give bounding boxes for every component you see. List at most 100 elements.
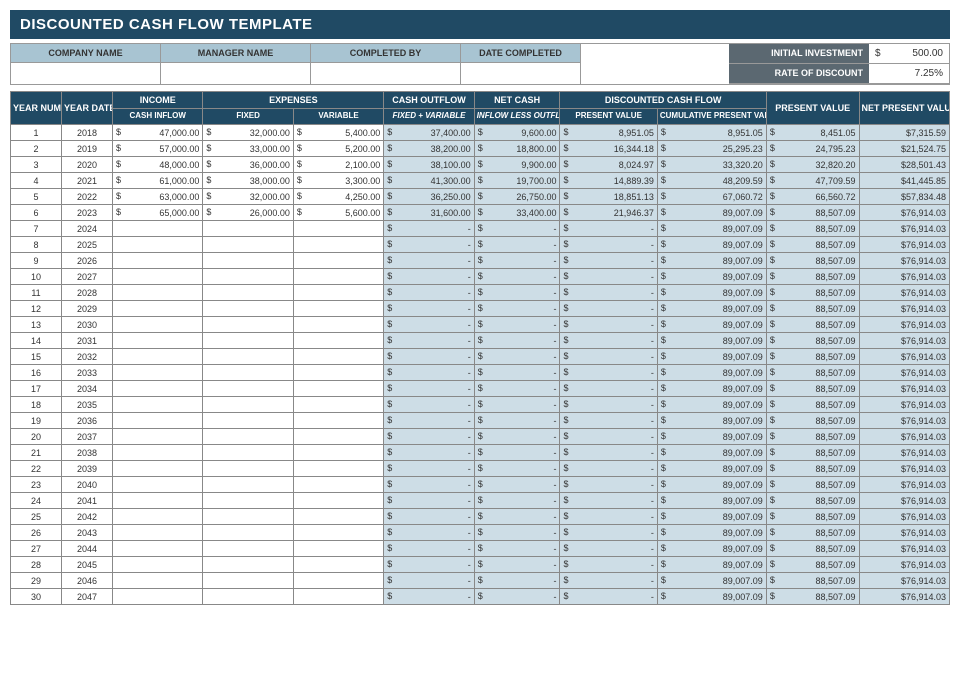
cell[interactable]: 2024 bbox=[62, 221, 113, 237]
cell[interactable]: $18,800.00 bbox=[474, 141, 560, 157]
cell[interactable]: $88,507.09 bbox=[766, 269, 859, 285]
cell[interactable]: $21,946.37 bbox=[560, 205, 657, 221]
cell[interactable] bbox=[203, 589, 293, 605]
cell[interactable] bbox=[203, 285, 293, 301]
cell[interactable]: $- bbox=[474, 493, 560, 509]
cell[interactable] bbox=[293, 525, 383, 541]
cell[interactable]: $47,000.00 bbox=[113, 125, 203, 141]
cell[interactable] bbox=[113, 349, 203, 365]
cell[interactable]: $76,914.03 bbox=[859, 333, 949, 349]
cell[interactable] bbox=[203, 509, 293, 525]
cell[interactable]: $89,007.09 bbox=[657, 461, 766, 477]
cell[interactable]: $76,914.03 bbox=[859, 493, 949, 509]
cell[interactable]: $48,000.00 bbox=[113, 157, 203, 173]
cell[interactable]: 2036 bbox=[62, 413, 113, 429]
cell[interactable]: $89,007.09 bbox=[657, 237, 766, 253]
cell[interactable]: $- bbox=[560, 557, 657, 573]
cell[interactable]: $89,007.09 bbox=[657, 221, 766, 237]
cell[interactable]: $- bbox=[384, 381, 474, 397]
cell[interactable]: $- bbox=[384, 477, 474, 493]
cell[interactable]: $37,400.00 bbox=[384, 125, 474, 141]
cell[interactable]: $88,507.09 bbox=[766, 333, 859, 349]
cell[interactable]: $- bbox=[474, 525, 560, 541]
cell[interactable] bbox=[293, 381, 383, 397]
cell[interactable]: $- bbox=[560, 477, 657, 493]
cell[interactable]: $76,914.03 bbox=[859, 349, 949, 365]
cell[interactable]: $76,914.03 bbox=[859, 477, 949, 493]
cell[interactable]: $89,007.09 bbox=[657, 349, 766, 365]
cell[interactable]: $26,000.00 bbox=[203, 205, 293, 221]
cell[interactable] bbox=[203, 525, 293, 541]
cell[interactable]: $- bbox=[384, 589, 474, 605]
cell[interactable]: 2046 bbox=[62, 573, 113, 589]
cell[interactable]: $41,300.00 bbox=[384, 173, 474, 189]
cell[interactable]: 2026 bbox=[62, 253, 113, 269]
cell[interactable]: 4 bbox=[11, 173, 62, 189]
cell[interactable]: 8 bbox=[11, 237, 62, 253]
cell[interactable] bbox=[203, 365, 293, 381]
cell[interactable]: 11 bbox=[11, 285, 62, 301]
cell[interactable]: $89,007.09 bbox=[657, 541, 766, 557]
cell[interactable] bbox=[113, 445, 203, 461]
cell[interactable]: 2 bbox=[11, 141, 62, 157]
cell[interactable] bbox=[203, 381, 293, 397]
cell[interactable]: $8,951.05 bbox=[657, 125, 766, 141]
cell[interactable]: $88,507.09 bbox=[766, 525, 859, 541]
cell[interactable] bbox=[203, 461, 293, 477]
cell[interactable]: $- bbox=[560, 333, 657, 349]
cell[interactable]: $88,507.09 bbox=[766, 541, 859, 557]
cell[interactable] bbox=[293, 333, 383, 349]
cell[interactable]: $- bbox=[384, 509, 474, 525]
cell[interactable]: 14 bbox=[11, 333, 62, 349]
cell[interactable] bbox=[113, 253, 203, 269]
cell[interactable]: $21,524.75 bbox=[859, 141, 949, 157]
cell[interactable]: 2019 bbox=[62, 141, 113, 157]
cell[interactable]: 1 bbox=[11, 125, 62, 141]
cell[interactable] bbox=[113, 381, 203, 397]
cell[interactable]: $76,914.03 bbox=[859, 253, 949, 269]
cell[interactable]: $- bbox=[384, 413, 474, 429]
cell[interactable]: $- bbox=[560, 237, 657, 253]
cell[interactable]: $32,000.00 bbox=[203, 189, 293, 205]
cell[interactable]: $88,507.09 bbox=[766, 461, 859, 477]
cell[interactable] bbox=[203, 445, 293, 461]
cell[interactable]: $- bbox=[384, 445, 474, 461]
cell[interactable]: $- bbox=[560, 589, 657, 605]
cell[interactable]: $76,914.03 bbox=[859, 221, 949, 237]
cell[interactable]: $76,914.03 bbox=[859, 397, 949, 413]
cell[interactable]: 2043 bbox=[62, 525, 113, 541]
cell[interactable] bbox=[293, 237, 383, 253]
cell[interactable]: $76,914.03 bbox=[859, 557, 949, 573]
cell[interactable]: $88,507.09 bbox=[766, 285, 859, 301]
cell[interactable]: 7 bbox=[11, 221, 62, 237]
cell[interactable]: 29 bbox=[11, 573, 62, 589]
cell[interactable]: $76,914.03 bbox=[859, 301, 949, 317]
cell[interactable]: $5,400.00 bbox=[293, 125, 383, 141]
cell[interactable]: $89,007.09 bbox=[657, 205, 766, 221]
cell[interactable] bbox=[113, 429, 203, 445]
cell[interactable]: $76,914.03 bbox=[859, 509, 949, 525]
cell[interactable]: $- bbox=[560, 445, 657, 461]
cell[interactable] bbox=[113, 573, 203, 589]
cell[interactable]: $89,007.09 bbox=[657, 301, 766, 317]
cell[interactable] bbox=[203, 253, 293, 269]
cell[interactable]: $89,007.09 bbox=[657, 333, 766, 349]
cell[interactable] bbox=[113, 541, 203, 557]
cell[interactable]: $- bbox=[474, 445, 560, 461]
cell[interactable]: $- bbox=[560, 573, 657, 589]
cell[interactable]: 2025 bbox=[62, 237, 113, 253]
cell[interactable]: $31,600.00 bbox=[384, 205, 474, 221]
cell[interactable] bbox=[203, 477, 293, 493]
cell[interactable]: 2032 bbox=[62, 349, 113, 365]
cell[interactable]: 18 bbox=[11, 397, 62, 413]
cell[interactable] bbox=[203, 349, 293, 365]
cell[interactable]: $- bbox=[560, 317, 657, 333]
cell[interactable]: $2,100.00 bbox=[293, 157, 383, 173]
cell[interactable]: $- bbox=[560, 429, 657, 445]
cell[interactable]: $88,507.09 bbox=[766, 509, 859, 525]
cell[interactable]: $7,315.59 bbox=[859, 125, 949, 141]
cell[interactable]: 2047 bbox=[62, 589, 113, 605]
cell[interactable] bbox=[113, 317, 203, 333]
cell[interactable] bbox=[113, 557, 203, 573]
cell[interactable]: $76,914.03 bbox=[859, 205, 949, 221]
